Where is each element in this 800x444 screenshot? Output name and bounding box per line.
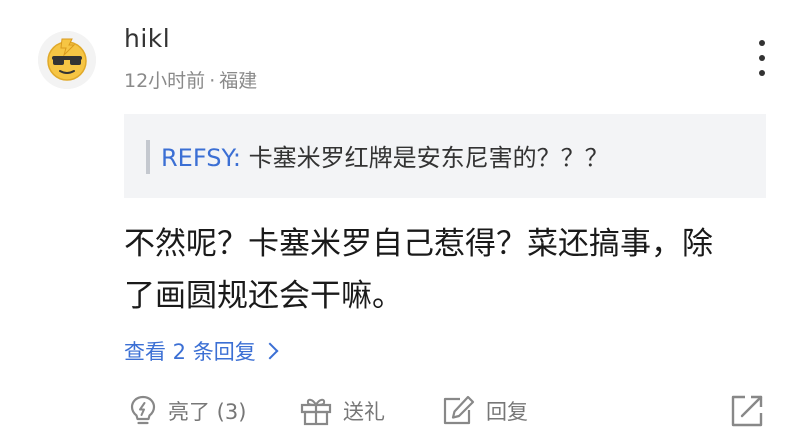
quote-user[interactable]: REFSY: [161, 144, 241, 172]
share-out-icon [731, 395, 763, 427]
gift-button[interactable]: 送礼 [299, 391, 385, 431]
more-vertical-icon [759, 40, 765, 46]
like-count-label: 亮了 (3) [168, 400, 247, 424]
gift-label: 送礼 [343, 400, 385, 424]
share-button[interactable] [729, 391, 765, 431]
like-button[interactable]: 亮了 (3) [128, 391, 246, 431]
meta-separator: · [209, 70, 216, 92]
comment-meta: 12小时前 · 福建 [124, 66, 257, 93]
comment-body: 不然呢？卡塞米罗自己惹得？菜还搞事，除 了画圆规还会干嘛。 [124, 218, 764, 322]
timestamp: 12小时前 [124, 70, 206, 92]
view-replies-link[interactable]: 查看 2 条回复 [124, 336, 279, 366]
comment-body-line: 不然呢？卡塞米罗自己惹得？菜还搞事，除 [124, 226, 713, 262]
view-replies-label: 查看 2 条回复 [124, 340, 256, 364]
gift-icon [300, 398, 332, 426]
chevron-right-icon [261, 342, 279, 360]
username[interactable]: hikl [124, 24, 170, 53]
quote-body: 卡塞米罗红牌是安东尼害的？？？ [248, 144, 609, 172]
avatar-sunglasses-icon [38, 31, 96, 89]
quote-text: REFSY: 卡塞米罗红牌是安东尼害的？？？ [161, 138, 609, 173]
quote-bar [146, 140, 150, 174]
edit-pen-icon [443, 395, 475, 425]
reply-label: 回复 [486, 400, 528, 424]
lightbulb-icon [130, 395, 156, 425]
more-options-button[interactable] [748, 36, 776, 80]
location: 福建 [219, 70, 258, 92]
quoted-comment[interactable]: REFSY: 卡塞米罗红牌是安东尼害的？？？ [124, 114, 766, 198]
comment-body-line: 了画圆规还会干嘛。 [124, 278, 403, 314]
reply-button[interactable]: 回复 [440, 391, 528, 431]
avatar[interactable] [38, 31, 96, 89]
